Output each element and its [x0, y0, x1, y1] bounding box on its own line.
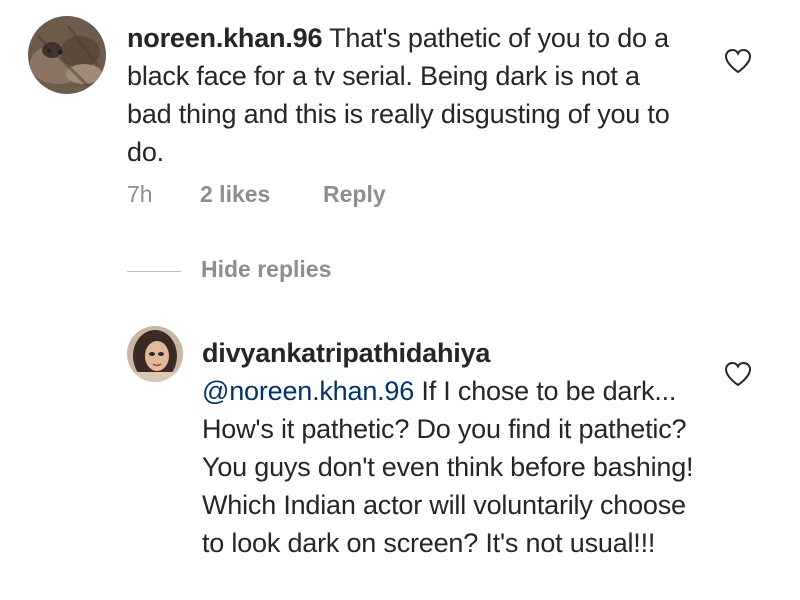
- profile-photo-icon: [127, 326, 183, 382]
- cat-avatar-icon: [28, 16, 106, 94]
- commenter-avatar[interactable]: [28, 16, 106, 94]
- heart-outline-icon: [724, 361, 752, 387]
- hide-replies-label[interactable]: Hide replies: [201, 256, 331, 283]
- reply-mention-link[interactable]: @noreen.khan.96: [202, 376, 414, 406]
- comment-text-block: noreen.khan.96 That's pathetic of you to…: [127, 19, 687, 171]
- comment-username[interactable]: noreen.khan.96: [127, 23, 322, 53]
- reply-like-button[interactable]: [723, 360, 753, 388]
- replier-avatar[interactable]: [127, 326, 183, 382]
- replies-divider-line: [127, 271, 181, 272]
- reply: divyankatripathidahiya @noreen.khan.96 I…: [0, 300, 800, 600]
- like-button[interactable]: [723, 47, 753, 75]
- comment-timestamp[interactable]: 7h: [127, 181, 153, 208]
- heart-outline-icon: [724, 48, 752, 74]
- reply-button[interactable]: Reply: [323, 181, 386, 208]
- comment-meta: 7h 2 likes Reply: [127, 181, 527, 211]
- reply-text-block: divyankatripathidahiya @noreen.khan.96 I…: [202, 334, 702, 562]
- comment: noreen.khan.96 That's pathetic of you to…: [0, 0, 800, 240]
- reply-username[interactable]: divyankatripathidahiya: [202, 334, 702, 372]
- comment-likes[interactable]: 2 likes: [200, 181, 270, 208]
